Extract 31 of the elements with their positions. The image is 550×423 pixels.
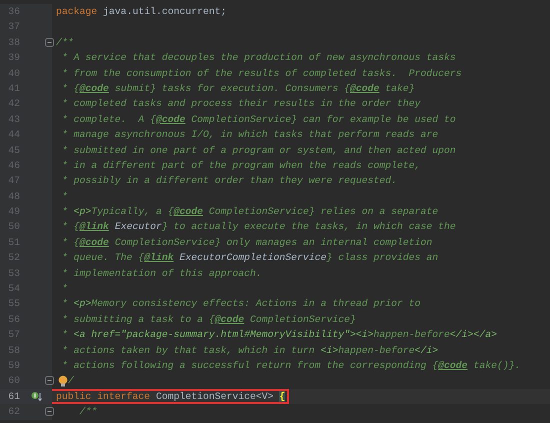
line-number: 61 xyxy=(7,390,20,404)
code-line: * in a different part of the program when the reads complete, xyxy=(60,158,421,173)
fold-icon[interactable] xyxy=(45,376,54,386)
code-line: * <p>Memory consistency effects: Actions in a thread prior to xyxy=(60,297,421,312)
code-line: * xyxy=(60,282,68,296)
code-line: / xyxy=(67,374,74,388)
code-line: * manage asynchronous I/O, in which tasks that perform reads are xyxy=(60,128,438,142)
code-line: * submitted in one part of a program or system, and then acted upon xyxy=(60,144,456,158)
code-line: /** xyxy=(78,405,98,420)
fold-icon[interactable] xyxy=(45,407,54,416)
lightbulb-icon[interactable] xyxy=(58,375,68,388)
code-line: * possibly in a different order than they were requested. xyxy=(60,174,397,188)
code-line: * {@code submit} tasks for execution. Consumers {@code take} xyxy=(60,82,415,96)
code-line: * from the consumption of the results of completed tasks. Producers xyxy=(60,66,462,81)
code-line: * completed tasks and process their results in the order they xyxy=(60,97,421,112)
code-line: * xyxy=(60,190,68,204)
code-line: package java.util.concurrent; xyxy=(55,5,227,19)
code-line: * {@code CompletionService} only manages an internal completion xyxy=(60,236,432,250)
code-line: /** xyxy=(55,36,74,50)
code-line: * {@link Executor} to actually execute the tasks, in which case the xyxy=(60,220,456,234)
code-line: * implementation of this approach. xyxy=(60,266,262,281)
fold-icon[interactable] xyxy=(45,38,54,47)
code-line: * complete. A {@code CompletionService} can for example be used to xyxy=(60,112,456,127)
code-line: * <a href="package-summary.html#MemoryVisibility"><i>happen-before</i></a> xyxy=(60,328,497,342)
implemented-icon[interactable] xyxy=(31,390,42,402)
code-line: * <p>Typically, a {@code CompletionService} relies on a separate xyxy=(60,205,438,220)
code-line: * actions taken by that task, which in turn <i>happen-before</i> xyxy=(60,344,438,358)
code-line: * A service that decouples the production of new asynchronous tasks xyxy=(60,51,456,66)
code-line: * queue. The {@link ExecutorCompletionService} class provides an xyxy=(60,251,438,266)
code-line: * actions following a successful return from the corresponding {@code take()}. xyxy=(60,358,520,373)
code-line: * submitting a task to a {@code CompletionService} xyxy=(60,312,356,327)
